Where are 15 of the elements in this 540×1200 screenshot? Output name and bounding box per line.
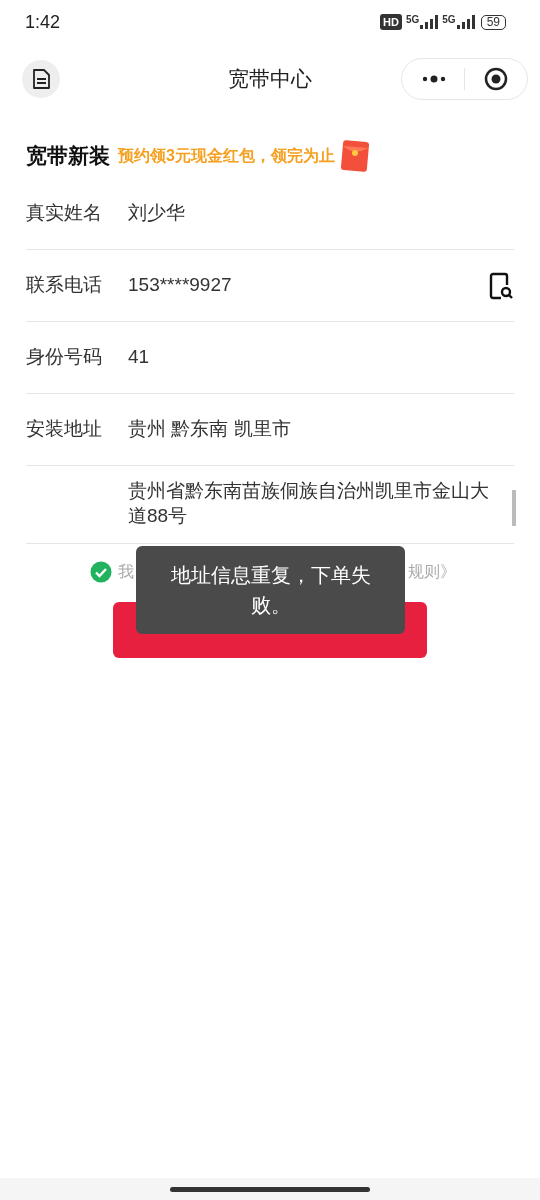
status-time: 1:42 bbox=[25, 10, 61, 34]
page-title: 宽带中心 bbox=[228, 66, 312, 93]
hd-badge: HD bbox=[380, 14, 402, 30]
battery-icon: 59 bbox=[480, 14, 506, 30]
promo-text: 预约领3元现金红包，领完为止 bbox=[118, 146, 335, 166]
field-label: 联系电话 bbox=[26, 273, 103, 298]
network-type: 5G bbox=[442, 15, 456, 25]
agreement-text: 我 bbox=[118, 562, 134, 582]
field-label: 身份号码 bbox=[26, 345, 103, 370]
field-label: 安装地址 bbox=[26, 417, 103, 442]
field-label: 真实姓名 bbox=[26, 201, 103, 226]
error-toast: 地址信息重复，下单失败。 bbox=[136, 546, 405, 634]
agreement-text: 规则》 bbox=[408, 562, 456, 582]
network-type: 5G bbox=[405, 15, 420, 25]
section-title: 宽带新装 bbox=[26, 143, 110, 170]
